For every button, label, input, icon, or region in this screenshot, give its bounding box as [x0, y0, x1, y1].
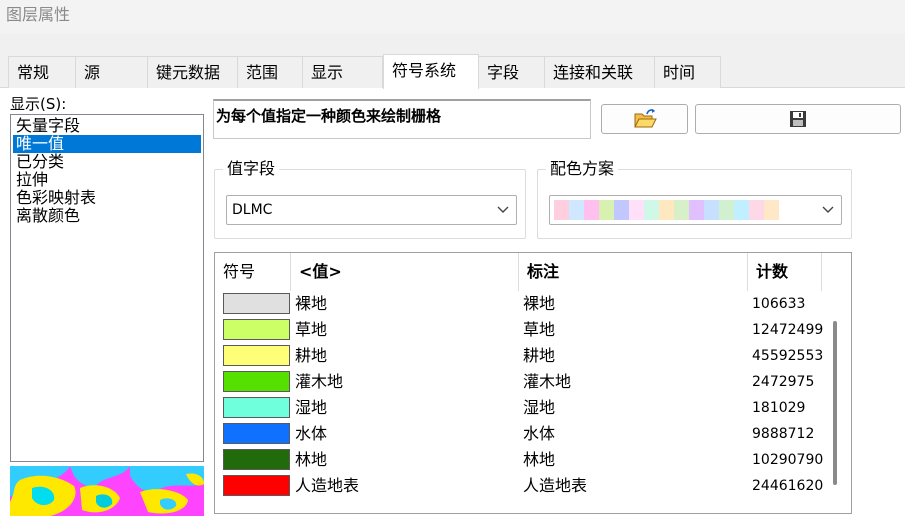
color-scheme-group: 配色方案 [537, 159, 852, 239]
renderer-list[interactable]: 矢量字段 唯一值 已分类 拉伸 色彩映射表 离散颜色 [10, 114, 204, 462]
color-ramp-swatch [704, 200, 719, 220]
symbol-swatch[interactable] [223, 397, 290, 418]
save-symbology-button[interactable] [695, 104, 901, 134]
cell-label[interactable]: 林地 [523, 447, 555, 473]
value-field-group: 值字段 DLMC [214, 159, 526, 239]
tab-strip: 常规源键元数据 范围 显示 符号系统 字段 连接和关联 时间 [8, 54, 721, 89]
color-scheme-title: 配色方案 [546, 159, 619, 179]
cell-value: 湿地 [295, 398, 328, 417]
value-field-value: DLMC [232, 202, 273, 218]
cell-value: 耕地 [295, 346, 328, 365]
color-ramp-swatch [554, 200, 569, 220]
tab-5[interactable]: 符号系统 [383, 54, 479, 89]
cell-count: 106633 [752, 296, 806, 312]
tab-3[interactable]: 范围 [238, 56, 303, 88]
renderer-list-item[interactable]: 唯一值 [13, 135, 201, 153]
table-row[interactable]: 灌木地 灌木地 2472975 [215, 369, 835, 395]
renderer-list-item[interactable]: 拉伸 [13, 171, 201, 189]
cell-label[interactable]: 草地 [523, 317, 555, 343]
tab-6[interactable]: 字段 [479, 56, 545, 88]
table-row[interactable]: 草地 草地 12472499 [215, 317, 835, 343]
cell-count: 9888712 [752, 426, 815, 442]
cell-label[interactable]: 裸地 [523, 291, 555, 317]
header-symbol[interactable]: 符号 [215, 253, 291, 291]
renderer-list-item[interactable]: 已分类 [13, 153, 201, 171]
cell-count: 24461620 [752, 478, 824, 494]
symbol-swatch[interactable] [223, 319, 290, 340]
color-scheme-select[interactable] [549, 195, 842, 225]
cell-value: 裸地 [295, 294, 328, 313]
tab-8[interactable]: 时间 [655, 56, 721, 88]
cell-label[interactable]: 灌木地 [523, 369, 571, 395]
table-row[interactable]: 林地 林地 10290790 [215, 447, 835, 473]
cell-count: 45592553 [752, 348, 824, 364]
cell-label[interactable]: 人造地表 [523, 473, 587, 499]
renderer-list-item[interactable]: 色彩映射表 [13, 189, 201, 207]
symbol-swatch[interactable] [223, 371, 290, 392]
color-ramp-swatch [599, 200, 614, 220]
cell-value: 草地 [295, 320, 328, 339]
value-field-title: 值字段 [223, 159, 280, 179]
color-ramp-swatch [734, 200, 749, 220]
symbol-swatch[interactable] [223, 449, 290, 470]
color-ramp-swatch [584, 200, 599, 220]
color-ramp-swatch [614, 200, 629, 220]
color-ramp-swatch [659, 200, 674, 220]
tab-0[interactable]: 常规 [8, 56, 76, 88]
color-ramp-swatch [569, 200, 584, 220]
cell-label[interactable]: 水体 [523, 421, 555, 447]
table-row[interactable]: 人造地表 人造地表 24461620 [215, 473, 835, 499]
floppy-save-icon [790, 111, 806, 127]
cell-count: 12472499 [752, 322, 824, 338]
cell-value: 灌木地 [295, 372, 344, 391]
color-ramp-swatch [629, 200, 644, 220]
color-ramp-swatch [689, 200, 704, 220]
renderer-list-item[interactable]: 离散颜色 [13, 207, 201, 225]
table-row[interactable]: 水体 水体 9888712 [215, 421, 835, 447]
cell-count: 2472975 [752, 374, 815, 390]
color-ramp-swatch [719, 200, 734, 220]
header-count[interactable]: 计数 [748, 253, 822, 291]
cell-value: 水体 [295, 424, 328, 443]
renderer-description: 为每个值指定一种颜色来绘制栅格 [213, 99, 591, 139]
color-ramp-swatch [674, 200, 689, 220]
cell-label[interactable]: 耕地 [523, 343, 555, 369]
color-ramp [554, 200, 779, 220]
raster-preview-image [10, 466, 204, 516]
cell-count: 181029 [752, 400, 806, 416]
tab-2[interactable]: 键元数据 [148, 56, 238, 88]
cell-label[interactable]: 湿地 [523, 395, 555, 421]
color-ramp-swatch [644, 200, 659, 220]
tab-7[interactable]: 连接和关联 [545, 56, 655, 88]
tab-4[interactable]: 显示 [303, 56, 383, 88]
folder-open-icon [633, 109, 657, 128]
color-ramp-swatch [764, 200, 779, 220]
chevron-down-icon [822, 206, 834, 213]
show-label: 显示(S): [10, 95, 67, 113]
tab-1[interactable]: 源 [76, 56, 148, 88]
cell-value: 林地 [295, 450, 328, 469]
table-row[interactable]: 耕地 耕地 45592553 [215, 343, 835, 369]
cell-value: 人造地表 [295, 476, 360, 495]
table-row[interactable]: 裸地 裸地 106633 [215, 291, 835, 317]
raster-preview [10, 466, 204, 516]
window-title: 图层属性 [0, 0, 905, 34]
header-label[interactable]: 标注 [519, 253, 748, 291]
header-value[interactable]: <值> [291, 253, 519, 291]
renderer-list-item[interactable]: 矢量字段 [13, 117, 201, 135]
symbol-swatch[interactable] [223, 475, 290, 496]
value-field-select[interactable]: DLMC [226, 195, 517, 225]
open-symbology-button[interactable] [601, 104, 688, 134]
unique-values-table[interactable]: 符号 <值> 标注 计数 裸地 裸地 106633 草地 草地 12472499 耕地 耕地 4… [214, 252, 852, 514]
color-ramp-swatch [749, 200, 764, 220]
symbol-swatch[interactable] [223, 345, 290, 366]
symbol-swatch[interactable] [223, 423, 290, 444]
chevron-down-icon [497, 206, 509, 213]
table-row[interactable]: 湿地 湿地 181029 [215, 395, 835, 421]
symbol-swatch[interactable] [223, 293, 290, 314]
cell-count: 10290790 [752, 452, 824, 468]
